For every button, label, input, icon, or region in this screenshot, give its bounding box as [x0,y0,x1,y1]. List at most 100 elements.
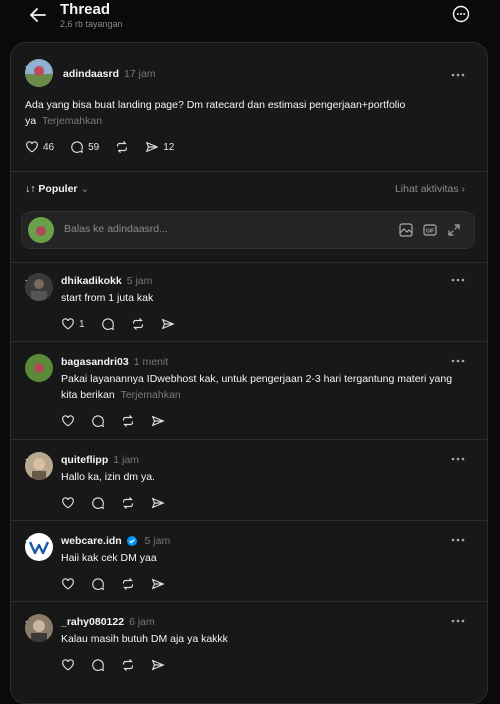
avatar[interactable]: + [25,533,55,563]
repost-icon [123,497,133,509]
send-icon [151,659,165,671]
share-button[interactable] [161,317,175,331]
comment-icon [92,415,105,428]
sort-arrows-icon: ↓↑ [25,183,36,195]
avatar[interactable]: + [25,59,55,89]
post-time: 1 jam [113,454,139,466]
send-icon [161,318,175,330]
reply-text: start from 1 juta kak [61,292,154,304]
reply-input[interactable]: Balas ke adindaasrd... [64,223,168,235]
sort-label: Populer [38,183,78,195]
more-icon[interactable] [451,619,465,623]
heart-icon [62,497,74,509]
repost-button[interactable] [121,577,135,591]
repost-icon [123,659,133,671]
gif-icon[interactable]: GIF [422,222,438,238]
comment-button[interactable] [91,414,105,428]
repost-icon [132,318,143,330]
like-button[interactable]: 46 [25,140,54,154]
like-button[interactable] [61,414,75,428]
comment-button[interactable] [91,496,105,510]
avatar[interactable]: + [25,273,55,303]
chevron-down-icon: ⌄ [80,183,90,195]
back-arrow-icon[interactable] [28,5,48,25]
translate-link[interactable]: Terjemahkan [121,389,181,401]
heart-icon [62,578,74,590]
comment-button[interactable] [91,577,105,591]
like-button[interactable] [61,577,75,591]
reply-actions [61,658,181,672]
translate-link[interactable]: Terjemahkan [42,115,102,127]
repost-icon [117,141,128,153]
reply-item: + webcare.idn 5 jam Haii kak cek DM yaa [11,521,487,601]
reply-actions [61,577,181,591]
more-icon[interactable] [451,359,465,363]
comment-button[interactable] [101,317,115,331]
more-icon[interactable] [451,278,465,282]
send-icon [151,497,165,509]
like-button[interactable] [61,658,75,672]
reply-text: Hallo ka, izin dm ya. [61,471,155,483]
repost-icon [123,415,133,427]
more-icon[interactable] [451,73,465,77]
send-icon [146,142,159,152]
comment-icon [101,318,114,331]
reply-text: Kalau masih butuh DM aja ya kakkk [61,633,228,645]
username[interactable]: quiteflipp 1 jam [61,454,139,466]
like-button[interactable]: 1 [61,317,85,331]
more-options-icon[interactable] [452,5,470,23]
reply-actions: 1 [61,317,191,331]
avatar[interactable] [25,354,55,384]
avatar [28,217,54,243]
post-actions: 46 59 12 [25,140,190,154]
username[interactable]: webcare.idn 5 jam [61,535,170,547]
post-time: 1 menit [133,356,169,368]
share-button[interactable]: 12 [145,140,174,154]
avatar[interactable]: + [25,452,55,482]
comment-button[interactable]: 59 [70,140,99,154]
reply-item: bagasandri03 1 menit Pakai layanannya IDw… [11,342,487,439]
username[interactable]: adindaasrd 17 jam [63,68,156,80]
send-icon [151,415,165,427]
avatar-image-icon [25,59,53,87]
sort-dropdown[interactable]: ↓↑ Populer ⌄ [25,183,89,195]
heart-icon [26,141,38,153]
comment-button[interactable] [91,658,105,672]
repost-button[interactable] [115,140,129,154]
repost-button[interactable] [121,414,135,428]
reply-box[interactable]: Balas ke adindaasrd... GIF [21,211,475,249]
repost-button[interactable] [121,496,135,510]
view-activity-link[interactable]: Lihat aktivitas › [395,183,465,195]
share-button[interactable] [151,577,165,591]
post-time: 6 jam [129,616,155,628]
avatar[interactable]: + [25,614,55,644]
more-icon[interactable] [451,457,465,461]
reply-item: + dhikadikokk5 jam start from 1 juta kak… [11,263,487,341]
reply-actions [61,414,181,428]
share-button[interactable] [151,414,165,428]
heart-icon [62,415,74,427]
divider [11,171,487,172]
heart-icon [62,659,74,671]
reply-text: Haii kak cek DM yaa [61,552,157,564]
share-button[interactable] [151,658,165,672]
svg-text:GIF: GIF [426,229,434,235]
like-button[interactable] [61,496,75,510]
more-icon[interactable] [451,538,465,542]
send-icon [151,578,165,590]
repost-button[interactable] [121,658,135,672]
heart-icon [62,318,74,330]
repost-button[interactable] [131,317,145,331]
username[interactable]: bagasandri03 1 menit [61,356,168,368]
reply-actions [61,496,181,510]
comment-icon [71,141,84,153]
username[interactable]: dhikadikokk 5 jam [61,275,152,287]
username[interactable]: _rahy080122 6 jam [61,616,155,628]
expand-icon[interactable] [446,222,462,238]
image-icon[interactable] [398,222,414,238]
repost-icon [123,578,133,590]
main-post: + adindaasrd17 jam Ada yang bisa buat la… [11,43,487,163]
verified-badge-icon [126,536,137,546]
share-button[interactable] [151,496,165,510]
top-bar: Thread 2,6 rb tayangan [0,0,500,40]
